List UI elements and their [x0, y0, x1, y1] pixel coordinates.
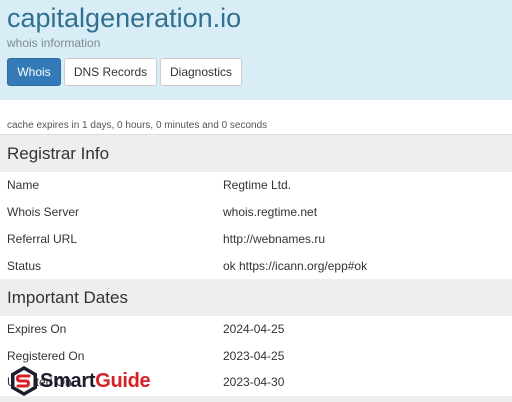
- table-row: Name Regtime Ltd.: [0, 172, 512, 199]
- tab-whois[interactable]: Whois: [7, 58, 61, 86]
- watermark-guide: Guide: [95, 369, 151, 392]
- important-dates-heading: Important Dates: [0, 279, 512, 316]
- cache-expiry-note: cache expires in 1 days, 0 hours, 0 minu…: [7, 120, 268, 131]
- row-label: Name: [7, 178, 40, 192]
- page-title: capitalgeneration.io: [7, 3, 242, 33]
- row-value: Regtime Ltd.: [223, 178, 292, 192]
- smartguide-watermark: SmartGuide: [10, 364, 151, 398]
- registrar-info-heading: Registrar Info: [0, 135, 512, 172]
- header-banner: capitalgeneration.io whois information W…: [0, 0, 512, 100]
- smartguide-logo-icon: [11, 366, 37, 396]
- row-value: 2023-04-25: [223, 349, 285, 363]
- row-label: Expires On: [7, 322, 67, 336]
- row-value: 2024-04-25: [223, 322, 285, 336]
- table-row: Whois Server whois.regtime.net: [0, 199, 512, 226]
- row-label: Referral URL: [7, 232, 78, 246]
- row-value: 2023-04-30: [223, 375, 285, 389]
- row-value: ok https://icann.org/epp#ok: [223, 259, 368, 273]
- watermark-smart: Smart: [40, 369, 96, 392]
- row-label: Status: [7, 259, 42, 273]
- table-row: Referral URL http://webnames.ru: [0, 226, 512, 253]
- table-row: Expires On 2024-04-25: [0, 316, 512, 343]
- tab-diagnostics[interactable]: Diagnostics: [160, 58, 242, 86]
- row-value: whois.regtime.net: [223, 205, 318, 219]
- row-label: Whois Server: [7, 205, 80, 219]
- row-value: http://webnames.ru: [223, 232, 326, 246]
- page-subtitle: whois information: [7, 36, 101, 50]
- tab-dns-records[interactable]: DNS Records: [64, 58, 157, 86]
- table-row: Status ok https://icann.org/epp#ok: [0, 253, 512, 280]
- watermark-text: SmartGuide: [40, 369, 151, 393]
